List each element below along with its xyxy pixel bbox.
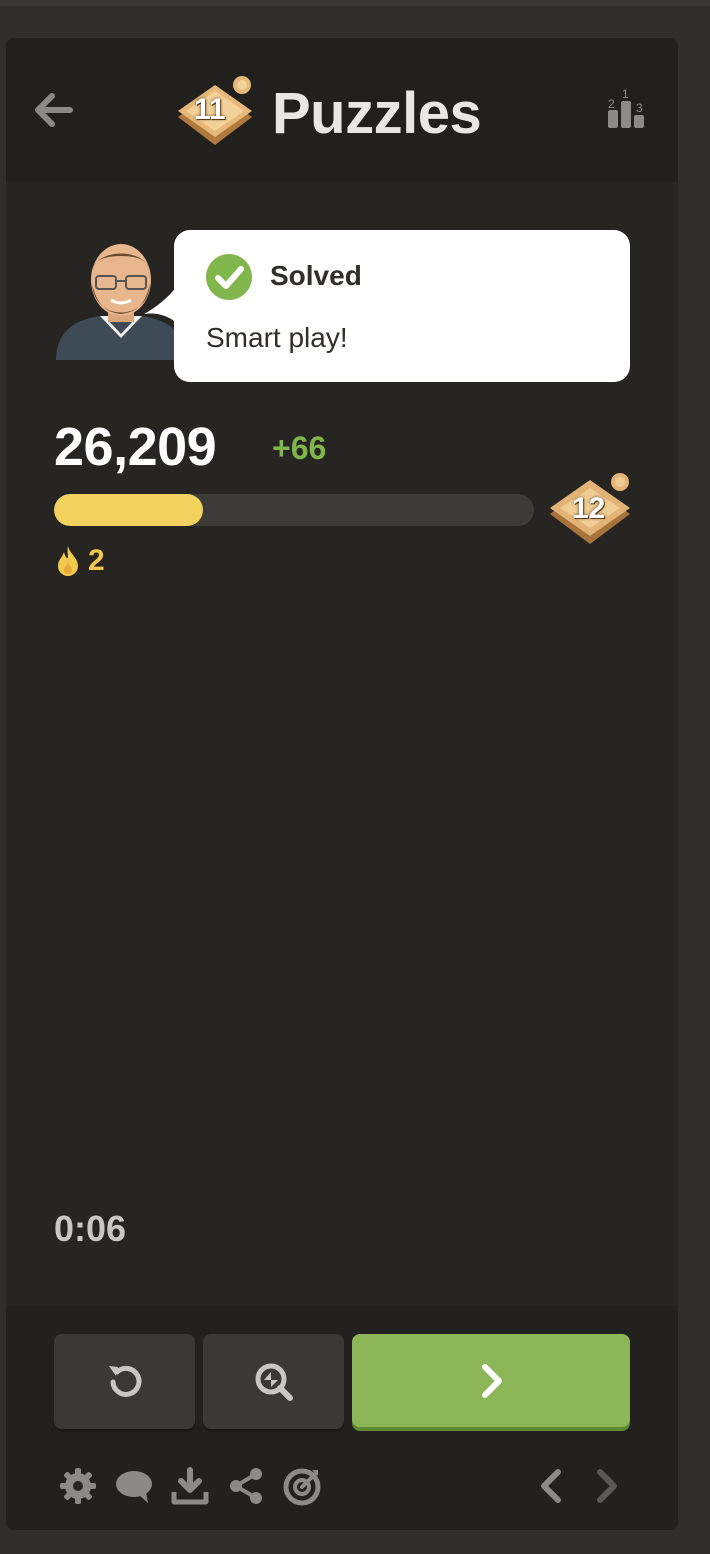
- page-title-group: 11 Puzzles: [172, 68, 482, 158]
- hint-target-button[interactable]: [282, 1466, 322, 1506]
- previous-move-button[interactable]: [532, 1466, 572, 1506]
- streak-counter: 2: [56, 544, 105, 578]
- chevron-right-icon: [597, 1469, 617, 1503]
- analysis-magnifier-icon: [255, 1363, 293, 1401]
- coach-message: Smart play!: [206, 322, 348, 353]
- chevron-left-icon: [541, 1469, 561, 1503]
- analysis-button[interactable]: [203, 1334, 344, 1429]
- page-title: Puzzles: [272, 80, 482, 146]
- level-progress-fill: [54, 494, 203, 526]
- arrow-left-icon: [35, 93, 73, 127]
- target-icon: [283, 1468, 321, 1506]
- download-icon: [171, 1467, 209, 1505]
- chevron-right-icon: [482, 1363, 502, 1398]
- solved-status: Solved: [270, 260, 362, 291]
- flame-icon: [58, 546, 78, 576]
- retry-button[interactable]: [54, 1334, 195, 1429]
- check-circle-icon: [206, 254, 252, 300]
- rating-delta: +66: [272, 430, 327, 466]
- share-button[interactable]: [226, 1466, 266, 1506]
- svg-text:1: 1: [622, 87, 629, 101]
- top-strip: [0, 0, 710, 6]
- chat-button[interactable]: [114, 1466, 154, 1506]
- leaderboard-button[interactable]: 1 2 3: [606, 86, 648, 130]
- streak-count: 2: [88, 544, 105, 577]
- settings-button[interactable]: [58, 1466, 98, 1506]
- header: 11 Puzzles 1 2 3: [6, 38, 678, 182]
- puzzle-level-badge: 11: [172, 73, 258, 153]
- next-level-number: 12: [572, 492, 606, 525]
- svg-text:3: 3: [636, 101, 643, 115]
- next-puzzle-button[interactable]: [352, 1334, 630, 1427]
- share-icon: [230, 1468, 262, 1504]
- next-move-button[interactable]: [586, 1466, 626, 1506]
- badge-level-number: 11: [194, 93, 226, 126]
- coach-speech-bubble: Solved Smart play!: [174, 230, 630, 382]
- gear-icon: [60, 1468, 96, 1504]
- puzzle-panel: 11 Puzzles 1 2 3 Solved Smart play! 26,2…: [6, 38, 678, 1530]
- next-level-badge: 12: [546, 468, 634, 552]
- puzzle-rating: 26,209: [54, 417, 217, 477]
- back-button[interactable]: [30, 86, 78, 134]
- level-progress-bar: [54, 494, 534, 526]
- svg-text:2: 2: [608, 97, 615, 111]
- leaderboard-podium-icon: 1 2 3: [608, 87, 644, 128]
- retry-icon: [108, 1365, 141, 1397]
- chat-icon: [116, 1471, 152, 1503]
- download-button[interactable]: [170, 1466, 210, 1506]
- puzzle-timer: 0:06: [54, 1208, 127, 1249]
